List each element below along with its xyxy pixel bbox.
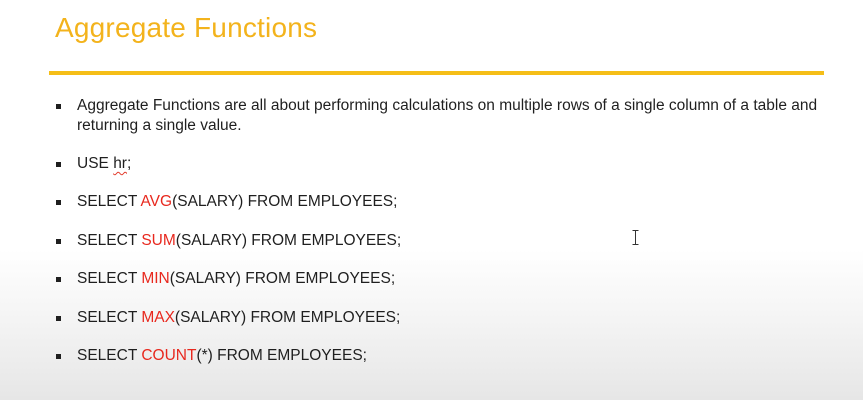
bullet-suffix: (*) FROM EMPLOYEES; [196, 347, 367, 364]
bullet-marker [56, 277, 61, 282]
bullet-list: Aggregate Functions are all about perfor… [56, 96, 826, 385]
bullet-prefix: USE [77, 155, 114, 172]
spellcheck-underlined-word: hr [113, 155, 127, 172]
bullet-suffix: (SALARY) FROM EMPLOYEES; [172, 193, 398, 210]
bullet-select-avg: SELECT AVG(SALARY) FROM EMPLOYEES; [56, 192, 826, 231]
bullet-intro: Aggregate Functions are all about perfor… [56, 96, 826, 154]
bullet-prefix: SELECT [77, 231, 142, 249]
bullet-suffix: ; [126, 155, 132, 172]
bullet-marker [56, 200, 61, 205]
bullet-select-sum: SELECT SUM(SALARY) FROM EMPLOYEES; [56, 231, 826, 270]
bullet-marker [56, 238, 61, 244]
bullet-suffix: (SALARY) FROM EMPLOYEES; [169, 270, 396, 287]
bullet-prefix: SELECT [77, 270, 142, 287]
title-underline [49, 71, 824, 75]
bullet-prefix: SELECT [77, 308, 142, 326]
bullet-suffix: (SALARY) FROM EMPLOYEES; [175, 231, 402, 249]
bullet-select-count: SELECT COUNT(*) FROM EMPLOYEES; [56, 346, 826, 385]
bullet-marker [56, 354, 61, 359]
bullet-prefix: SELECT [77, 347, 142, 364]
function-keyword-max: MAX [141, 308, 175, 326]
bullet-select-min: SELECT MIN(SALARY) FROM EMPLOYEES; [56, 269, 826, 308]
bullet-suffix: (SALARY) FROM EMPLOYEES; [174, 308, 401, 326]
text-cursor-icon [632, 230, 639, 245]
bullet-select-max: SELECT MAX(SALARY) FROM EMPLOYEES; [56, 308, 826, 347]
function-keyword-min: MIN [141, 270, 170, 287]
function-keyword-sum: SUM [141, 231, 176, 249]
bullet-marker [56, 315, 61, 321]
slide-title: Aggregate Functions [55, 12, 318, 43]
function-keyword-count: COUNT [141, 347, 197, 364]
function-keyword-avg: AVG [140, 193, 173, 210]
bullet-intro-text: Aggregate Functions are all about perfor… [77, 97, 818, 134]
bullet-use-hr: USE hr; [56, 154, 826, 192]
bullet-marker [56, 104, 61, 109]
bullet-prefix: SELECT [77, 193, 141, 210]
bullet-marker [56, 162, 61, 167]
